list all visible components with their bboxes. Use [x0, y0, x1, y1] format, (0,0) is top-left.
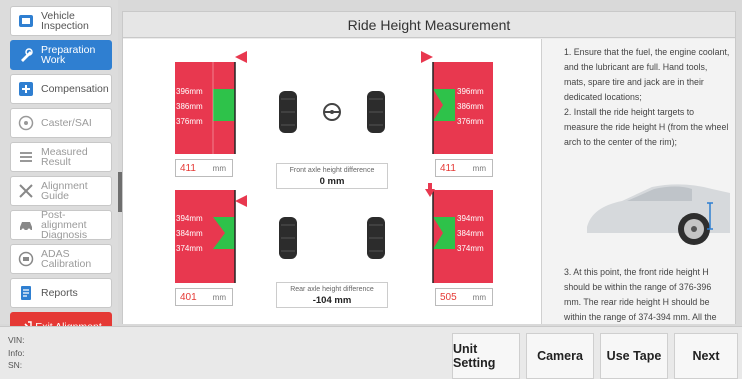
front-left-height-readout: 411 mm — [175, 159, 233, 177]
rear-right-target: 384mm — [457, 229, 484, 238]
rear-axle-difference-box: Rear axle height difference -104 mm — [276, 282, 388, 308]
front-axle-difference-value: 0 mm — [319, 176, 345, 187]
front-left-lower-limit: 376mm — [176, 117, 203, 126]
bottom-bar: VIN: Info: SN: Unit Setting Camera Use T… — [0, 326, 742, 379]
sidebar-item-post-alignment-diagnosis[interactable]: Post-alignment Diagnosis — [10, 210, 112, 240]
sidebar-item-label: Post-alignment — [41, 209, 87, 231]
front-right-target: 386mm — [457, 102, 484, 111]
front-left-upper-limit: 396mm — [176, 87, 203, 96]
sidebar-item-vehicle-inspection[interactable]: Vehicle Inspection — [10, 6, 112, 36]
rear-left-target: 384mm — [176, 229, 203, 238]
main-panel: Ride Height Measurement 396mm 386mm 376m… — [122, 11, 736, 324]
rear-left-upper-limit: 394mm — [176, 214, 203, 223]
front-axle-difference-label: Front axle height difference — [289, 167, 375, 174]
vin-label: VIN: — [8, 335, 25, 345]
front-right-upper-limit: 396mm — [457, 87, 484, 96]
sn-label: SN: — [8, 360, 23, 370]
rear-right-lower-limit: 374mm — [457, 244, 484, 253]
instruction-step-3: 3. At this point, the front ride height … — [564, 267, 717, 322]
sidebar-item-label: Reports — [41, 287, 78, 299]
sidebar-item-preparation-work[interactable]: Preparation Work — [10, 40, 112, 70]
front-right-height-unit: mm — [472, 164, 486, 173]
info-label: Info: — [8, 348, 25, 358]
rear-left-height-readout: 401 mm — [175, 288, 233, 306]
front-right-wheel — [367, 91, 385, 133]
steering-wheel-icon — [17, 114, 35, 132]
rear-axle-difference-value: -104 mm — [312, 295, 352, 306]
camera-button[interactable]: Camera — [526, 333, 594, 379]
front-right-height-value: 411 — [440, 163, 456, 174]
car-ride-height-illustration — [587, 184, 730, 245]
page-title: Ride Height Measurement — [123, 12, 735, 38]
tools-icon — [17, 182, 35, 200]
instructions-panel: 1. Ensure that the fuel, the engine cool… — [541, 39, 735, 324]
sidebar-item-label: Work — [41, 54, 66, 66]
instruction-step-1: 1. Ensure that the fuel, the engine cool… — [564, 47, 730, 102]
rear-right-height-unit: mm — [472, 293, 486, 302]
front-axle-difference-box: Front axle height difference 0 mm — [276, 163, 388, 189]
sidebar-item-label: Guide — [41, 190, 70, 202]
document-icon — [17, 284, 35, 302]
sidebar-item-label: Calibration — [41, 258, 92, 270]
sidebar-item-label: Compensation — [41, 83, 109, 95]
rear-right-height-value: 505 — [440, 292, 457, 303]
rear-left-height-value: 401 — [180, 292, 197, 303]
wrench-icon — [17, 46, 35, 64]
unit-setting-button[interactable]: Unit Setting — [452, 333, 520, 379]
vehicle-inspection-icon — [17, 12, 35, 30]
car-icon — [17, 216, 35, 234]
front-left-wheel — [279, 91, 297, 133]
rear-left-height-unit: mm — [212, 293, 226, 302]
sidebar: Vehicle Inspection Preparation Work Compen… — [0, 0, 118, 342]
sidebar-item-label: Caster/SAI — [41, 117, 92, 129]
sidebar-item-caster-sai[interactable]: Caster/SAI — [10, 108, 112, 138]
front-right-lower-limit: 376mm — [457, 117, 484, 126]
compensation-icon — [17, 80, 35, 98]
front-left-height-unit: mm — [212, 164, 226, 173]
rear-right-height-readout: 505 mm — [435, 288, 493, 306]
rear-left-wheel — [279, 217, 297, 259]
steering-wheel-icon — [323, 103, 341, 121]
rear-right-wheel — [367, 217, 385, 259]
sidebar-item-compensation[interactable]: Compensation — [10, 74, 112, 104]
sidebar-item-alignment-guide[interactable]: Alignment Guide — [10, 176, 112, 206]
list-icon — [17, 148, 35, 166]
sidebar-item-label: Inspection — [41, 20, 89, 32]
rear-right-upper-limit: 394mm — [457, 214, 484, 223]
sidebar-item-label: Result — [41, 156, 71, 168]
sidebar-item-adas-calibration[interactable]: ADAS Calibration — [10, 244, 112, 274]
adas-icon — [17, 250, 35, 268]
sidebar-item-label: Diagnosis — [41, 229, 88, 241]
front-right-height-readout: 411 mm — [435, 159, 493, 177]
use-tape-button[interactable]: Use Tape — [600, 333, 668, 379]
rear-left-lower-limit: 374mm — [176, 244, 203, 253]
sidebar-item-reports[interactable]: Reports — [10, 278, 112, 308]
front-left-height-value: 411 — [180, 163, 196, 174]
rear-axle-difference-label: Rear axle height difference — [290, 286, 374, 293]
next-button[interactable]: Next — [674, 333, 738, 379]
ride-height-diagram: 396mm 386mm 376mm 396mm 386mm 376mm 394m… — [123, 39, 541, 324]
sidebar-item-measured-result[interactable]: Measured Result — [10, 142, 112, 172]
instruction-step-2: 2. Install the ride height targets to me… — [564, 107, 729, 147]
front-left-target: 386mm — [176, 102, 203, 111]
